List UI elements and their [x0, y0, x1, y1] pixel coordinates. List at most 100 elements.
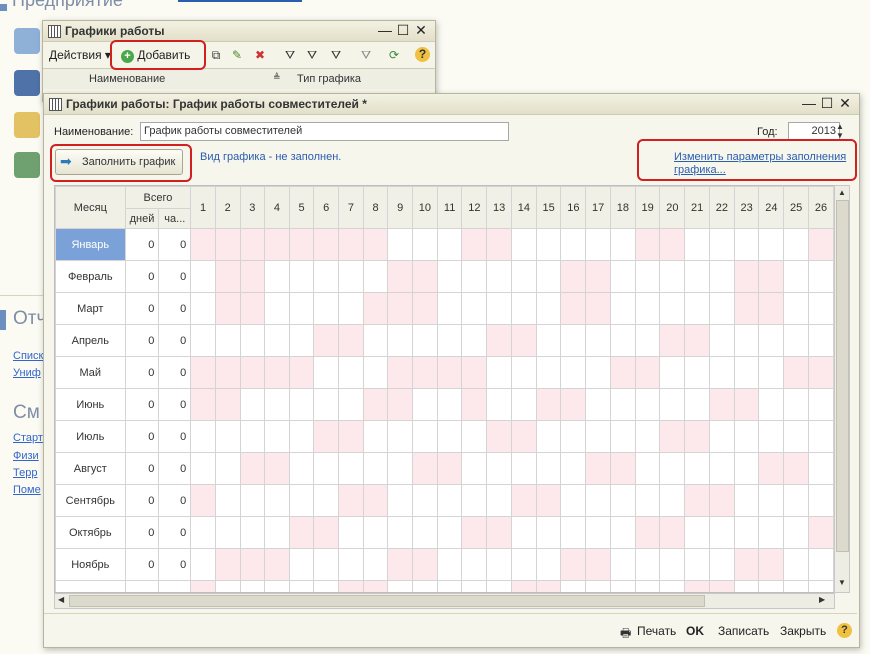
day-col-header[interactable]: 19	[634, 186, 661, 229]
workday-cell[interactable]	[609, 420, 636, 453]
workday-cell[interactable]	[535, 228, 562, 261]
workday-cell[interactable]	[609, 516, 636, 549]
holiday-cell[interactable]	[510, 420, 537, 453]
day-col-header[interactable]: 6	[313, 186, 340, 229]
holiday-cell[interactable]	[783, 452, 809, 485]
workday-cell[interactable]	[807, 580, 834, 592]
printer-icon[interactable]: 🖶	[620, 624, 631, 645]
holiday-cell[interactable]	[758, 292, 785, 325]
holiday-cell[interactable]	[560, 388, 587, 421]
holiday-cell[interactable]	[560, 548, 587, 581]
day-col-header[interactable]: 16	[560, 186, 587, 229]
workday-cell[interactable]	[288, 324, 315, 357]
workday-cell[interactable]	[190, 324, 216, 357]
workday-cell[interactable]	[684, 452, 710, 485]
workday-cell[interactable]	[758, 356, 785, 389]
workday-cell[interactable]	[659, 484, 686, 517]
workday-cell[interactable]	[758, 388, 785, 421]
workday-cell[interactable]	[733, 356, 760, 389]
holiday-cell[interactable]	[634, 356, 661, 389]
month-name[interactable]: Июль	[55, 420, 126, 453]
workday-cell[interactable]	[214, 420, 241, 453]
workday-cell[interactable]	[264, 484, 290, 517]
workday-cell[interactable]	[264, 420, 290, 453]
workday-cell[interactable]	[288, 452, 315, 485]
workday-cell[interactable]	[560, 228, 587, 261]
day-col-header[interactable]: 12	[461, 186, 488, 229]
holiday-cell[interactable]	[486, 228, 512, 261]
envelope-icon[interactable]	[14, 112, 40, 138]
workday-cell[interactable]	[436, 484, 463, 517]
holiday-cell[interactable]	[411, 548, 438, 581]
workday-cell[interactable]	[510, 292, 537, 325]
day-col-header[interactable]: 14	[510, 186, 537, 229]
holiday-cell[interactable]	[239, 356, 266, 389]
holiday-cell[interactable]	[733, 388, 760, 421]
workday-cell[interactable]	[338, 388, 364, 421]
day-col-header[interactable]: 15	[535, 186, 562, 229]
workday-cell[interactable]	[659, 292, 686, 325]
workday-cell[interactable]	[387, 452, 413, 485]
workday-cell[interactable]	[436, 516, 463, 549]
holiday-cell[interactable]	[708, 484, 735, 517]
holiday-cell[interactable]	[239, 548, 266, 581]
workday-cell[interactable]	[411, 388, 438, 421]
holiday-cell[interactable]	[436, 452, 463, 485]
workday-cell[interactable]	[461, 580, 488, 592]
workday-cell[interactable]	[190, 452, 216, 485]
close-icon[interactable]: ✕	[413, 22, 429, 38]
holiday-cell[interactable]	[411, 452, 438, 485]
workday-cell[interactable]	[362, 356, 389, 389]
month-name[interactable]: Сентябрь	[55, 484, 126, 517]
minimize-icon[interactable]: —	[377, 22, 393, 38]
workday-cell[interactable]	[634, 548, 661, 581]
workday-cell[interactable]	[461, 324, 488, 357]
workday-cell[interactable]	[659, 356, 686, 389]
workday-cell[interactable]	[609, 580, 636, 592]
workday-cell[interactable]	[684, 228, 710, 261]
col-type[interactable]: Тип графика	[297, 73, 361, 85]
workday-cell[interactable]	[807, 324, 834, 357]
workday-cell[interactable]	[214, 452, 241, 485]
holiday-cell[interactable]	[659, 420, 686, 453]
workday-cell[interactable]	[708, 228, 735, 261]
workday-cell[interactable]	[288, 388, 315, 421]
holiday-cell[interactable]	[585, 452, 611, 485]
workday-cell[interactable]	[560, 420, 587, 453]
workday-cell[interactable]	[387, 580, 413, 592]
workday-cell[interactable]	[684, 516, 710, 549]
workday-cell[interactable]	[288, 548, 315, 581]
holiday-cell[interactable]	[387, 388, 413, 421]
holiday-cell[interactable]	[387, 356, 413, 389]
vertical-scrollbar[interactable]: ▲ ▼	[834, 185, 850, 593]
workday-cell[interactable]	[634, 388, 661, 421]
horizontal-scrollbar[interactable]: ◀ ▶	[54, 593, 835, 609]
month-row[interactable]: Февраль 0 0	[55, 260, 834, 293]
col-name[interactable]: Наименование	[89, 73, 165, 85]
month-row[interactable]: Ноябрь 0 0	[55, 548, 834, 581]
month-row[interactable]: Сентябрь 0 0	[55, 484, 834, 517]
workday-cell[interactable]	[239, 324, 266, 357]
holiday-cell[interactable]	[387, 548, 413, 581]
workday-cell[interactable]	[659, 452, 686, 485]
holiday-cell[interactable]	[313, 228, 340, 261]
workday-cell[interactable]	[535, 420, 562, 453]
workday-cell[interactable]	[288, 420, 315, 453]
month-row[interactable]: Июль 0 0	[55, 420, 834, 453]
clear-filter-icon[interactable]: ⛛	[359, 48, 373, 62]
holiday-cell[interactable]	[264, 356, 290, 389]
workday-cell[interactable]	[758, 580, 785, 592]
holiday-cell[interactable]	[214, 292, 241, 325]
holiday-cell[interactable]	[733, 260, 760, 293]
holiday-cell[interactable]	[362, 580, 389, 592]
holiday-cell[interactable]	[783, 356, 809, 389]
workday-cell[interactable]	[288, 292, 315, 325]
holiday-cell[interactable]	[510, 324, 537, 357]
holiday-cell[interactable]	[758, 260, 785, 293]
minimize-icon[interactable]: —	[801, 95, 817, 111]
holiday-cell[interactable]	[362, 484, 389, 517]
workday-cell[interactable]	[783, 228, 809, 261]
holiday-cell[interactable]	[486, 420, 512, 453]
day-col-header[interactable]: 23	[733, 186, 760, 229]
workday-cell[interactable]	[585, 388, 611, 421]
